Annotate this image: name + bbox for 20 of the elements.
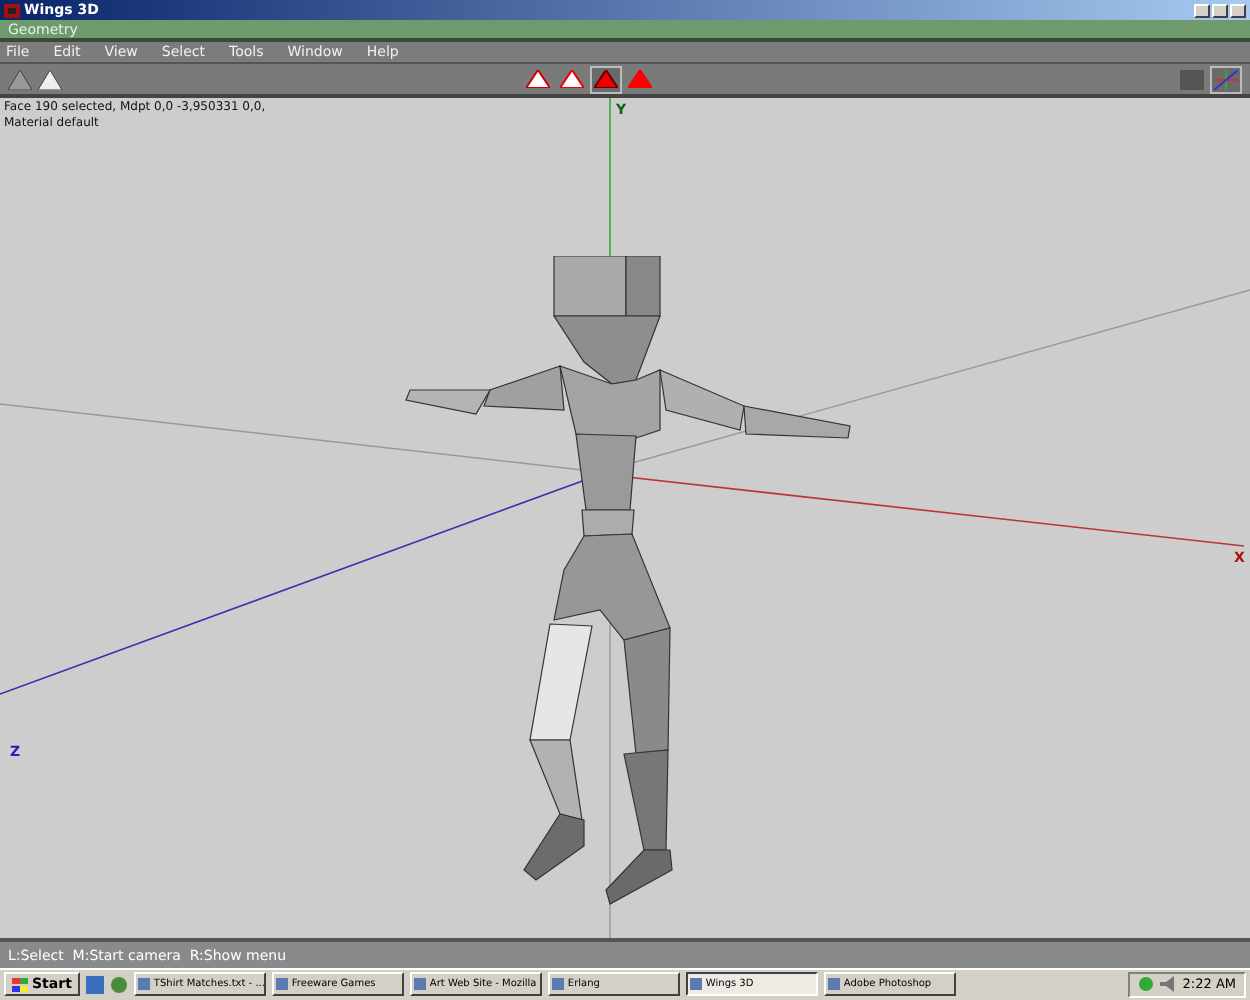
pyramid-icon[interactable] [8, 69, 32, 89]
pyramid-icon[interactable] [38, 69, 62, 89]
browser-icon[interactable] [109, 975, 128, 993]
speaker-icon[interactable] [1160, 976, 1177, 992]
selection-mode-button[interactable] [590, 65, 622, 93]
app-icon [275, 978, 288, 990]
selection-mode-button[interactable] [556, 65, 588, 93]
selection-mode-button[interactable] [522, 65, 554, 93]
app-icon [827, 978, 840, 990]
minimize-button[interactable] [1194, 3, 1210, 17]
app-icon [137, 978, 150, 990]
desktop-icon[interactable] [85, 975, 104, 993]
windows-logo-icon [12, 977, 28, 991]
axes-view-button[interactable] [1210, 65, 1242, 93]
close-button[interactable] [1230, 3, 1246, 17]
app-icon [551, 978, 564, 990]
app-icon [413, 978, 426, 990]
maximize-button[interactable] [1212, 3, 1228, 17]
app-icon [689, 978, 702, 990]
app-icon [4, 3, 20, 17]
